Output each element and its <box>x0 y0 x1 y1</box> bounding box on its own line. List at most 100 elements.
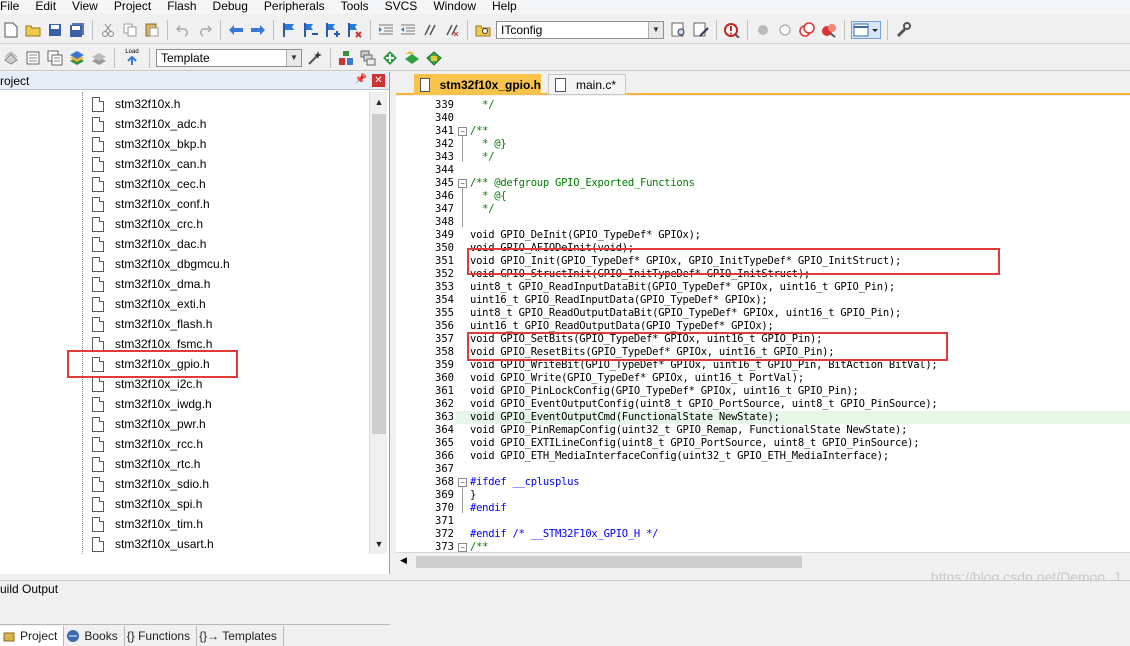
paste-icon[interactable] <box>143 21 161 39</box>
find-icon[interactable] <box>670 21 688 39</box>
build-icon[interactable] <box>24 49 42 67</box>
debug-session-icon[interactable] <box>723 21 741 39</box>
fold-toggle-icon[interactable]: − <box>458 127 467 136</box>
tree-item-file[interactable]: stm32f10x_dac.h <box>92 234 206 254</box>
tree-item-file[interactable]: stm32f10x_bkp.h <box>92 134 206 154</box>
chevron-down-icon[interactable]: ▼ <box>286 49 301 66</box>
tab-templates[interactable]: {}→ Templates <box>197 625 284 646</box>
next-bookmark-icon[interactable] <box>324 21 342 39</box>
load-button[interactable]: Load <box>121 49 143 67</box>
tree-item-file[interactable]: stm32f10x_flash.h <box>92 314 212 334</box>
scroll-up-icon[interactable]: ▲ <box>371 94 387 110</box>
tree-item-file[interactable]: stm32f10x_usart.h <box>92 534 214 554</box>
tree-item-label: stm32f10x_i2c.h <box>115 377 203 391</box>
incremental-find-icon[interactable] <box>692 21 710 39</box>
clear-bookmarks-icon[interactable] <box>346 21 364 39</box>
batch-build-icon[interactable] <box>68 49 86 67</box>
tab-stm32f10x-gpio-h[interactable]: stm32f10x_gpio.h <box>414 74 541 95</box>
cut-icon[interactable] <box>99 21 117 39</box>
open-icon[interactable] <box>24 21 42 39</box>
bookmark-icon[interactable] <box>280 21 298 39</box>
scrollbar-thumb[interactable] <box>372 114 386 434</box>
redo-icon[interactable] <box>196 21 214 39</box>
save-all-icon[interactable] <box>68 21 86 39</box>
indent-icon[interactable] <box>377 21 395 39</box>
pin-icon[interactable]: 📌 <box>355 74 367 85</box>
tab-books[interactable]: Books <box>64 625 125 646</box>
tree-item-file[interactable]: stm32f10x_dma.h <box>92 274 210 294</box>
menu-item-peripherals[interactable]: Peripherals <box>258 0 335 14</box>
scroll-left-icon[interactable]: ◀ <box>400 555 407 566</box>
kill-all-breakpoints-icon[interactable] <box>820 21 838 39</box>
prev-bookmark-icon[interactable] <box>302 21 320 39</box>
books-icon <box>66 629 80 643</box>
menu-item-help[interactable]: Help <box>486 0 527 14</box>
menu-item-tools[interactable]: Tools <box>335 0 379 14</box>
enable-breakpoint-icon[interactable] <box>776 21 794 39</box>
rebuild-icon[interactable] <box>46 49 64 67</box>
tree-item-file[interactable]: stm32f10x_iwdg.h <box>92 394 212 414</box>
menu-item-project[interactable]: Project <box>108 0 161 14</box>
menu-item-debug[interactable]: Debug <box>207 0 258 14</box>
fold-toggle-icon[interactable]: − <box>458 478 467 487</box>
menu-item-svcs[interactable]: SVCS <box>379 0 428 14</box>
tab-main-c[interactable]: main.c* <box>548 74 626 95</box>
tree-item-file[interactable]: stm32f10x_sdio.h <box>92 474 209 494</box>
stop-build-icon[interactable] <box>90 49 108 67</box>
copy-icon[interactable] <box>121 21 139 39</box>
translate-icon[interactable] <box>2 49 20 67</box>
tree-item-file[interactable]: stm32f10x_crc.h <box>92 214 203 234</box>
menu-item-view[interactable]: View <box>66 0 108 14</box>
menu-item-edit[interactable]: Edit <box>29 0 66 14</box>
unindent-icon[interactable] <box>399 21 417 39</box>
tree-item-file[interactable]: stm32f10x_spi.h <box>92 494 202 514</box>
tree-item-file[interactable]: stm32f10x_conf.h <box>92 194 210 214</box>
scroll-down-icon[interactable]: ▼ <box>371 536 387 552</box>
tree-item-label: stm32f10x_adc.h <box>115 117 207 131</box>
menu-item-flash[interactable]: Flash <box>161 0 206 14</box>
back-icon[interactable] <box>227 21 245 39</box>
target-options-icon[interactable] <box>306 49 324 67</box>
manage-project-icon[interactable] <box>337 49 355 67</box>
window-layout-icon[interactable] <box>851 20 881 39</box>
tree-item-file[interactable]: stm32f10x_cec.h <box>92 174 206 194</box>
select-packs-icon[interactable] <box>403 49 421 67</box>
find-combo[interactable]: ITconfig ▼ <box>496 20 664 39</box>
new-file-icon[interactable] <box>2 21 20 39</box>
tab-functions[interactable]: {} Functions <box>125 625 198 646</box>
tree-item-file[interactable]: stm32f10x_exti.h <box>92 294 206 314</box>
tree-item-file[interactable]: stm32f10x.h <box>92 94 180 114</box>
comment-icon[interactable] <box>421 21 439 39</box>
target-combo[interactable]: Template ▼ <box>156 48 302 67</box>
tree-item-file[interactable]: stm32f10x_pwr.h <box>92 414 206 434</box>
uncomment-icon[interactable] <box>443 21 461 39</box>
tree-item-file[interactable]: stm32f10x_rcc.h <box>92 434 203 454</box>
insert-breakpoint-icon[interactable] <box>754 21 772 39</box>
editor-horizontal-scrollbar[interactable]: ◀ <box>396 552 1130 570</box>
undo-icon[interactable] <box>174 21 192 39</box>
tree-item-file[interactable]: stm32f10x_dbgmcu.h <box>92 254 230 274</box>
file-extensions-icon[interactable] <box>359 49 377 67</box>
forward-icon[interactable] <box>249 21 267 39</box>
project-scrollbar[interactable]: ▲ ▼ <box>369 92 387 554</box>
tree-item-file[interactable]: stm32f10x_can.h <box>92 154 206 174</box>
menu-item-window[interactable]: Window <box>427 0 486 14</box>
pack-installer-icon[interactable] <box>381 49 399 67</box>
run-time-environment-icon[interactable] <box>425 49 443 67</box>
tree-item-file[interactable]: stm32f10x_tim.h <box>92 514 203 534</box>
tree-item-file[interactable]: stm32f10x_rtc.h <box>92 454 200 474</box>
find-in-files-icon[interactable] <box>474 21 492 39</box>
fold-toggle-icon[interactable]: − <box>458 179 467 188</box>
chevron-down-icon[interactable]: ▼ <box>648 21 663 38</box>
tab-project[interactable]: Project <box>0 625 65 646</box>
scrollbar-thumb[interactable] <box>416 556 802 568</box>
close-icon[interactable]: ✕ <box>372 74 385 87</box>
header-file-icon <box>92 216 104 232</box>
save-icon[interactable] <box>46 21 64 39</box>
disable-all-breakpoints-icon[interactable] <box>798 21 816 39</box>
menu-item-file[interactable]: File <box>0 0 29 14</box>
configure-icon[interactable] <box>894 21 912 39</box>
code-editor[interactable]: 339 340 341 342 343 344 345 346 347 348 349 350 351 3… <box>396 96 1130 552</box>
tree-item-file[interactable]: stm32f10x_adc.h <box>92 114 206 134</box>
fold-toggle-icon[interactable]: − <box>458 543 467 552</box>
